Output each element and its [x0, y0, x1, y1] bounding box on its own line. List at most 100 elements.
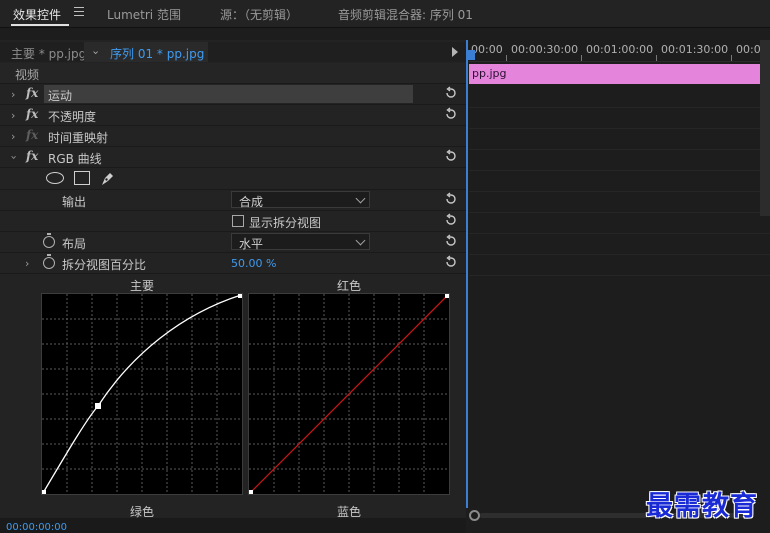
ruler-label: 00:01:30:00: [661, 43, 729, 56]
reset-icon[interactable]: [444, 149, 458, 163]
effect-controls-panel: 主要 * pp.jpg ⌄ 序列 01 * pp.jpg 视频 › fx 运动 …: [0, 40, 466, 533]
curve-control-point[interactable]: [95, 403, 101, 409]
sequence-clip-label[interactable]: 序列 01 * pp.jpg: [110, 45, 204, 62]
ruler-tick: [581, 55, 582, 61]
ruler-label: 00:01:00:00: [586, 43, 654, 56]
output-label: 输出: [62, 195, 87, 209]
red-curve-graph[interactable]: [248, 293, 450, 495]
video-header-label: 视频: [15, 68, 40, 82]
layout-label: 布局: [62, 237, 87, 251]
ruler-label: 00:0: [736, 43, 761, 56]
track-divider: [469, 107, 770, 108]
track-divider: [469, 212, 770, 213]
stopwatch-icon[interactable]: [43, 254, 55, 269]
ruler-tick: [506, 55, 507, 61]
effect-label-opacity: 不透明度: [48, 110, 97, 124]
panel-tab-bar: 效果控件 Lumetri 范围 源：（无剪辑） 音频剪辑混合器: 序列 01: [0, 0, 770, 28]
watermark-logo: 最需教育: [646, 491, 758, 522]
reset-icon[interactable]: [444, 86, 458, 100]
playhead-line[interactable]: [466, 40, 468, 508]
track-divider: [469, 191, 770, 192]
fx-toggle-icon[interactable]: fx: [26, 149, 38, 163]
chevron-down-icon: [355, 193, 366, 204]
split-percent-label: 拆分视图百分比: [62, 258, 147, 272]
chevron-right-icon[interactable]: ›: [11, 109, 15, 122]
track-divider: [469, 233, 770, 234]
ruler-tick: [656, 55, 657, 61]
panel-menu-icon[interactable]: [74, 7, 84, 17]
fx-toggle-icon[interactable]: fx: [26, 107, 38, 121]
fx-toggle-icon[interactable]: fx: [26, 86, 38, 100]
split-percent-value[interactable]: 50.00 %: [231, 257, 276, 270]
effect-label-rgb-curves: RGB 曲线: [48, 152, 102, 166]
track-divider: [469, 254, 770, 255]
curve-endpoint[interactable]: [445, 294, 449, 298]
reset-icon[interactable]: [444, 234, 458, 248]
effect-row-opacity[interactable]: › fx 不透明度: [0, 105, 466, 126]
playhead-handle[interactable]: [468, 50, 475, 60]
effect-row-rgb-curves[interactable]: › fx RGB 曲线: [0, 147, 466, 168]
split-percent-row: › 拆分视图百分比 50.00 %: [0, 253, 466, 274]
ellipse-mask-icon[interactable]: [46, 172, 64, 184]
pen-mask-icon[interactable]: [99, 170, 116, 187]
vertical-scrollbar[interactable]: [760, 40, 770, 216]
timeline-clip[interactable]: pp.jpg: [469, 64, 760, 84]
effect-highlight: [44, 85, 413, 103]
curve-endpoint[interactable]: [42, 490, 46, 494]
effect-label-motion: 运动: [48, 89, 73, 103]
tab-effect-controls[interactable]: 效果控件: [13, 6, 61, 23]
master-curve-graph[interactable]: [41, 293, 243, 495]
effect-row-motion[interactable]: › fx 运动: [0, 84, 466, 105]
reset-icon[interactable]: [444, 192, 458, 206]
clip-label: pp.jpg: [472, 67, 507, 80]
play-icon[interactable]: [452, 47, 458, 57]
effect-row-time-remap[interactable]: › fx 时间重映射: [0, 126, 466, 147]
track-divider: [469, 275, 770, 276]
split-view-row: 显示拆分视图: [0, 211, 466, 232]
mini-timeline: 00:00 00:00:30:00 00:01:00:00 00:01:30:0…: [466, 40, 770, 533]
bottom-bar: [0, 518, 466, 533]
output-row: 输出 合成: [0, 190, 466, 211]
split-view-label[interactable]: 显示拆分视图: [249, 214, 321, 231]
fx-toggle-icon: fx: [26, 128, 39, 142]
track-divider: [469, 149, 770, 150]
output-dropdown-value: 合成: [239, 195, 264, 209]
zoom-handle-icon[interactable]: [469, 510, 480, 521]
chevron-right-icon[interactable]: ›: [25, 257, 29, 270]
tab-lumetri-scopes[interactable]: Lumetri 范围: [107, 6, 181, 23]
master-clip-label[interactable]: 主要 * pp.jpg: [11, 45, 86, 62]
timecode-display[interactable]: 00:00:00:00: [6, 522, 67, 533]
tab-audio-clip-mixer[interactable]: 音频剪辑混合器: 序列 01: [338, 6, 473, 23]
mask-tools-row: [0, 168, 466, 190]
reset-icon[interactable]: [444, 107, 458, 121]
rectangle-mask-icon[interactable]: [74, 171, 90, 185]
curve-endpoint[interactable]: [238, 294, 242, 298]
master-curve-title: 主要: [130, 279, 155, 293]
active-tab-indicator: [11, 24, 69, 26]
split-view-checkbox[interactable]: [232, 215, 244, 227]
chevron-right-icon[interactable]: ›: [11, 88, 15, 101]
ruler-tick: [731, 55, 732, 61]
layout-row: 布局 水平: [0, 232, 466, 253]
chevron-down-icon[interactable]: ⌄: [91, 44, 100, 57]
chevron-right-icon[interactable]: ›: [11, 130, 15, 143]
layout-dropdown[interactable]: 水平: [231, 233, 370, 251]
source-bar: 主要 * pp.jpg ⌄ 序列 01 * pp.jpg: [0, 42, 466, 62]
tab-source[interactable]: 源：（无剪辑）: [220, 6, 298, 23]
red-curve-title: 红色: [337, 279, 362, 293]
effect-label-time-remap: 时间重映射: [48, 131, 109, 145]
reset-icon[interactable]: [444, 213, 458, 227]
ruler-label: 00:00:30:00: [511, 43, 579, 56]
track-divider: [469, 128, 770, 129]
video-section-header: 视频: [0, 63, 466, 84]
stopwatch-icon[interactable]: [43, 233, 55, 248]
layout-dropdown-value: 水平: [239, 237, 264, 251]
chevron-down-icon: [355, 235, 366, 246]
chevron-down-icon[interactable]: ›: [8, 155, 21, 159]
track-divider: [469, 170, 770, 171]
reset-icon[interactable]: [444, 255, 458, 269]
curve-endpoint[interactable]: [249, 490, 253, 494]
time-ruler[interactable]: 00:00 00:00:30:00 00:01:00:00 00:01:30:0…: [466, 40, 770, 62]
output-dropdown[interactable]: 合成: [231, 191, 370, 209]
ruler-label: 00:00: [471, 43, 503, 56]
